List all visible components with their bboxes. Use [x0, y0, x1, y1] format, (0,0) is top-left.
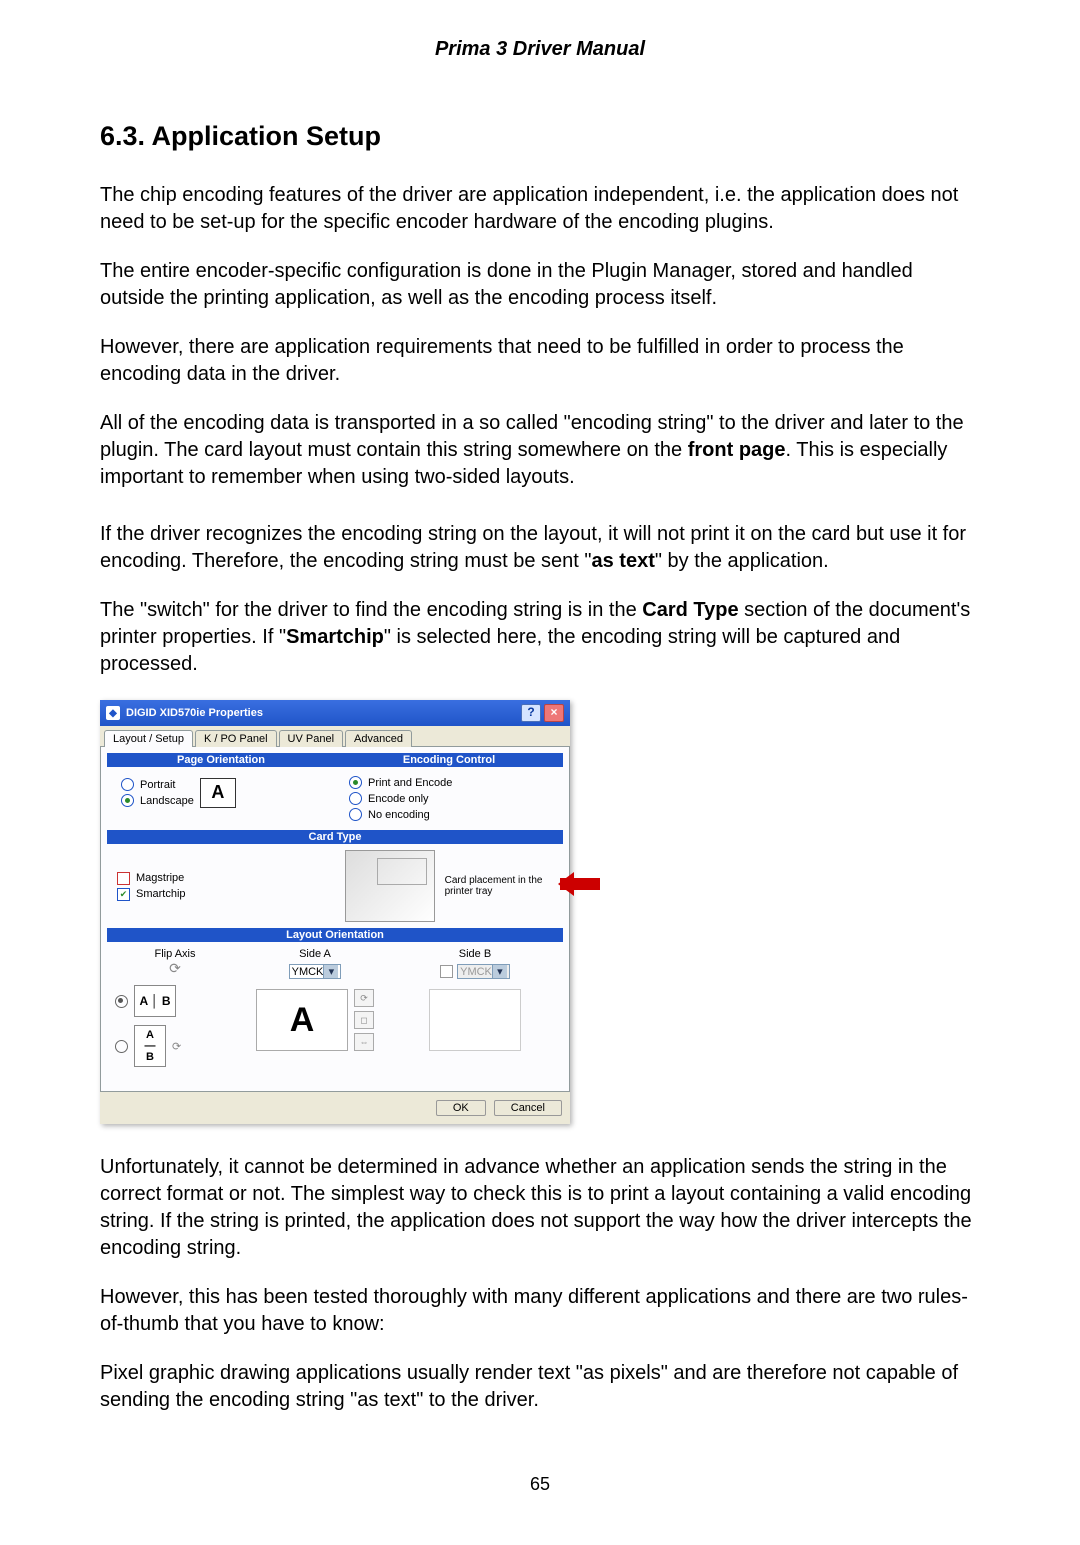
chevron-down-icon: ▾	[492, 965, 507, 978]
bold: front page	[688, 439, 786, 461]
radio-print-and-encode[interactable]: Print and Encode	[349, 776, 549, 789]
tab-uv-panel[interactable]: UV Panel	[279, 730, 343, 747]
radio-portrait[interactable]: Portrait	[121, 778, 194, 791]
card-placement-caption: Card placement in the printer tray	[445, 875, 553, 897]
rotate-icon: ⟳	[115, 960, 235, 977]
cancel-button[interactable]: Cancel	[494, 1100, 562, 1116]
side-b-ymck-combo: YMCK▾	[457, 964, 510, 979]
radio-label: Encode only	[368, 793, 429, 805]
paragraph: Pixel graphic drawing applications usual…	[100, 1360, 980, 1414]
red-arrow-annotation	[560, 868, 630, 900]
radio-encode-only[interactable]: Encode only	[349, 792, 549, 805]
page-number: 65	[100, 1474, 980, 1495]
band-card-type: Card Type	[107, 830, 563, 844]
radio-label: No encoding	[368, 809, 430, 821]
document-header: Prima 3 Driver Manual	[100, 38, 980, 61]
tab-advanced[interactable]: Advanced	[345, 730, 412, 747]
combo-value: YMCK	[292, 966, 324, 978]
paragraph: All of the encoding data is transported …	[100, 410, 980, 491]
side-b-enable-check[interactable]	[440, 965, 453, 978]
radio-no-encoding[interactable]: No encoding	[349, 808, 549, 821]
side-a-preview: A	[256, 989, 348, 1051]
flip-horizontal[interactable]: A │ B	[115, 985, 235, 1017]
radio-label: Landscape	[140, 795, 194, 807]
side-a-label: Side A	[299, 948, 331, 960]
app-icon: ◆	[106, 706, 120, 720]
bold: Card Type	[642, 599, 738, 621]
band-encoding-control: Encoding Control	[335, 753, 563, 767]
radio-label: Portrait	[140, 779, 175, 791]
radio-label: Print and Encode	[368, 777, 452, 789]
ok-button[interactable]: OK	[436, 1100, 486, 1116]
flip-vertical[interactable]: A—B⟳	[115, 1025, 235, 1067]
text: The "switch" for the driver to find the …	[100, 599, 642, 621]
help-button[interactable]: ?	[521, 704, 541, 722]
text: " by the application.	[655, 550, 829, 572]
card-placement-image	[345, 850, 435, 922]
check-smartchip[interactable]: Smartchip	[117, 888, 325, 901]
paragraph: Unfortunately, it cannot be determined i…	[100, 1154, 980, 1262]
orientation-icon: A	[200, 778, 236, 808]
radio-landscape[interactable]: Landscape	[121, 794, 194, 807]
band-layout-orientation: Layout Orientation	[107, 928, 563, 942]
dialog-buttons: OK Cancel	[100, 1092, 570, 1124]
tab-strip: Layout / Setup K / PO Panel UV Panel Adv…	[100, 726, 570, 747]
text: If the driver recognizes the encoding st…	[100, 523, 966, 572]
paragraph: The entire encoder-specific configuratio…	[100, 258, 980, 312]
mini-icon: ◻	[354, 1011, 374, 1029]
combo-value: YMCK	[460, 966, 492, 978]
tab-layout-setup[interactable]: Layout / Setup	[104, 730, 193, 747]
paragraph: The chip encoding features of the driver…	[100, 182, 980, 236]
bold: Smartchip	[286, 626, 384, 648]
side-a-ymck-combo[interactable]: YMCK▾	[289, 964, 342, 979]
check-label: Smartchip	[136, 888, 186, 900]
mini-icon: ⟳	[354, 989, 374, 1007]
window-title: DIGID XID570ie Properties	[126, 707, 518, 719]
side-b-preview	[429, 989, 521, 1051]
flip-axis-label: Flip Axis	[115, 948, 235, 960]
paragraph: The "switch" for the driver to find the …	[100, 597, 980, 678]
check-magstripe[interactable]: Magstripe	[117, 872, 325, 885]
check-label: Magstripe	[136, 872, 184, 884]
paragraph: However, this has been tested thoroughly…	[100, 1284, 980, 1338]
section-heading: 6.3. Application Setup	[100, 121, 980, 152]
tab-page: Page Orientation Portrait Landscape A En…	[100, 746, 570, 1092]
paragraph: However, there are application requireme…	[100, 334, 980, 388]
chevron-down-icon: ▾	[323, 965, 338, 978]
paragraph: If the driver recognizes the encoding st…	[100, 521, 980, 575]
properties-dialog: ◆ DIGID XID570ie Properties ? × Layout /…	[100, 700, 570, 1124]
tab-k-po-panel[interactable]: K / PO Panel	[195, 730, 277, 747]
side-b-label: Side B	[459, 948, 491, 960]
titlebar: ◆ DIGID XID570ie Properties ? ×	[100, 700, 570, 726]
mini-icon: ⇔	[354, 1033, 374, 1051]
bold: as text	[591, 550, 654, 572]
close-button[interactable]: ×	[544, 704, 564, 722]
band-page-orientation: Page Orientation	[107, 753, 335, 767]
